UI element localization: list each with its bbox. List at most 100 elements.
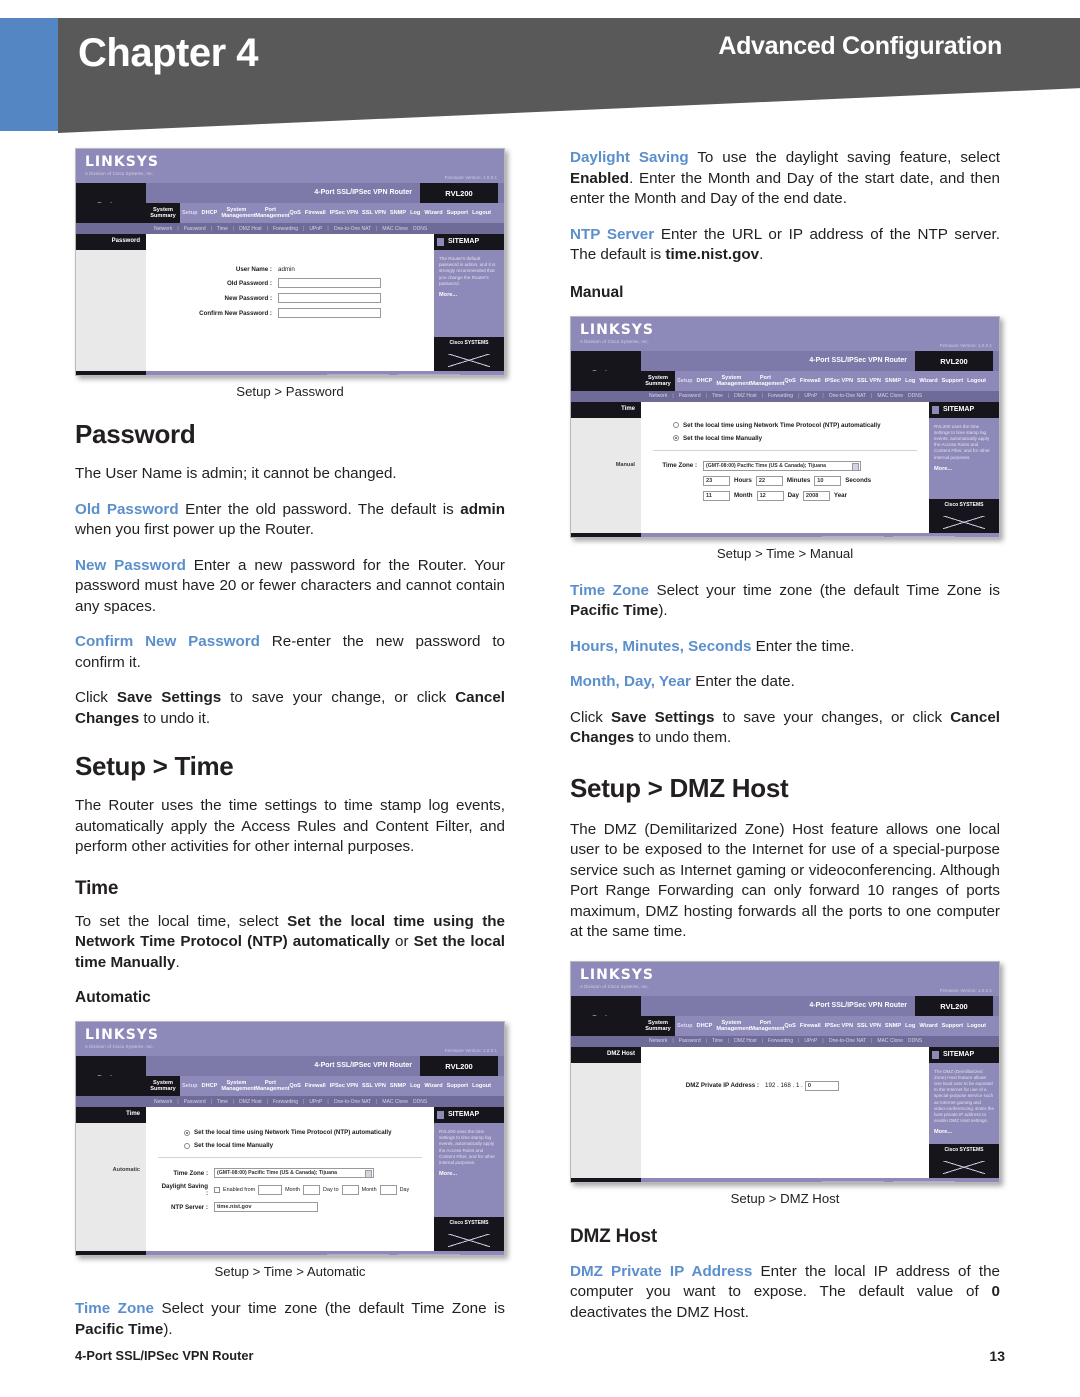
nav-system-management[interactable]: System Management xyxy=(716,1020,750,1032)
radio-ntp-automatic-icon[interactable] xyxy=(673,422,679,428)
nav-qos[interactable]: QoS xyxy=(289,210,301,216)
subnav-mac-clone[interactable]: MAC Clone xyxy=(877,1038,903,1044)
field-time-zone-select[interactable]: (GMT-08:00) Pacific Time (US & Canada); … xyxy=(214,1168,374,1178)
nav-ssl-vpn[interactable]: SSL VPN xyxy=(362,210,386,216)
subnav-forwarding[interactable]: Forwarding xyxy=(273,226,298,232)
nav-support[interactable]: Support xyxy=(942,1023,963,1029)
subnav-network[interactable]: Network xyxy=(154,1099,172,1105)
save-settings-button[interactable]: Save Settings xyxy=(822,1180,884,1182)
subnav-password[interactable]: Password xyxy=(679,393,701,399)
nav-setup[interactable]: Setup xyxy=(677,378,693,384)
subnav-time[interactable]: Time xyxy=(217,226,228,232)
field-ntp-server-input[interactable]: time.nist.gov xyxy=(214,1202,318,1212)
input-daylight-start-month[interactable] xyxy=(258,1185,283,1195)
subnav-password[interactable]: Password xyxy=(184,1099,206,1105)
nav-ipsec-vpn[interactable]: IPSec VPN xyxy=(330,210,358,216)
field-confirm-new-password-input[interactable] xyxy=(278,308,381,318)
sitemap-link[interactable]: SITEMAP xyxy=(929,401,999,418)
sitemap-link[interactable]: SITEMAP xyxy=(434,1107,504,1123)
subnav-upnp[interactable]: UPnP xyxy=(309,1099,322,1105)
nav-qos[interactable]: QoS xyxy=(784,1023,796,1029)
field-dmz-ip-input[interactable]: 0 xyxy=(804,1080,839,1091)
nav-system-management[interactable]: System Management xyxy=(221,207,255,219)
subnav-one-to-one-nat[interactable]: One-to-One NAT xyxy=(334,1099,371,1105)
nav-ipsec-vpn[interactable]: IPSec VPN xyxy=(825,378,853,384)
nav-firewall[interactable]: Firewall xyxy=(800,378,821,384)
save-settings-button[interactable]: Save Settings xyxy=(327,374,389,375)
sitemap-link[interactable]: SITEMAP xyxy=(929,1046,999,1063)
nav-system-summary[interactable]: System Summary xyxy=(148,1080,178,1092)
nav-qos[interactable]: QoS xyxy=(289,1083,301,1089)
nav-setup[interactable]: Setup xyxy=(182,210,198,216)
nav-ipsec-vpn[interactable]: IPSec VPN xyxy=(330,1083,358,1089)
save-settings-button[interactable]: Save Settings xyxy=(822,535,884,537)
nav-support[interactable]: Support xyxy=(447,210,468,216)
checkbox-daylight-enabled[interactable] xyxy=(214,1187,220,1193)
subnav-forwarding[interactable]: Forwarding xyxy=(768,393,793,399)
radio-ntp-automatic-row[interactable]: Set the local time using Network Time Pr… xyxy=(673,422,929,429)
subnav-upnp[interactable]: UPnP xyxy=(804,1038,817,1044)
field-old-password-input[interactable] xyxy=(278,278,381,288)
subnav-dmz-host[interactable]: DMZ Host xyxy=(734,1038,757,1044)
field-time-zone-select[interactable]: (GMT-08:00) Pacific Time (US & Canada); … xyxy=(703,460,861,471)
nav-log[interactable]: Log xyxy=(410,210,420,216)
subnav-forwarding[interactable]: Forwarding xyxy=(273,1099,298,1105)
nav-dhcp[interactable]: DHCP xyxy=(202,1083,218,1089)
input-daylight-end-day[interactable] xyxy=(379,1185,397,1195)
subnav-network[interactable]: Network xyxy=(649,1038,667,1044)
nav-system-management[interactable]: System Management xyxy=(221,1080,255,1092)
subnav-upnp[interactable]: UPnP xyxy=(309,226,322,232)
nav-log[interactable]: Log xyxy=(905,378,915,384)
nav-support[interactable]: Support xyxy=(942,378,963,384)
help-more-link[interactable]: More... xyxy=(929,1124,999,1135)
subnav-ddns[interactable]: DDNS xyxy=(413,1099,427,1105)
nav-snmp[interactable]: SNMP xyxy=(390,210,406,216)
input-seconds[interactable]: 10 xyxy=(814,475,842,486)
nav-ipsec-vpn[interactable]: IPSec VPN xyxy=(825,1023,853,1029)
nav-dhcp[interactable]: DHCP xyxy=(697,1023,713,1029)
nav-port-management[interactable]: Port Management xyxy=(255,1080,289,1092)
nav-system-summary[interactable]: System Summary xyxy=(148,207,178,219)
input-daylight-start-day[interactable] xyxy=(303,1185,321,1195)
subnav-one-to-one-nat[interactable]: One-to-One NAT xyxy=(829,1038,866,1044)
chevron-down-icon[interactable] xyxy=(852,462,859,471)
nav-wizard[interactable]: Wizard xyxy=(424,210,442,216)
nav-wizard[interactable]: Wizard xyxy=(919,378,937,384)
radio-manual-icon[interactable] xyxy=(673,435,679,441)
help-more-link[interactable]: More... xyxy=(434,1166,504,1177)
nav-port-management[interactable]: Port Management xyxy=(750,375,784,387)
input-month[interactable]: 11 xyxy=(703,490,730,501)
radio-manual-row[interactable]: Set the local time Manually xyxy=(673,435,929,442)
subnav-one-to-one-nat[interactable]: One-to-One NAT xyxy=(829,393,866,399)
nav-support[interactable]: Support xyxy=(447,1083,468,1089)
nav-snmp[interactable]: SNMP xyxy=(885,1023,901,1029)
nav-qos[interactable]: QoS xyxy=(784,378,796,384)
subnav-mac-clone[interactable]: MAC Clone xyxy=(382,226,408,232)
subnav-password[interactable]: Password xyxy=(679,1038,701,1044)
subnav-one-to-one-nat[interactable]: One-to-One NAT xyxy=(334,226,371,232)
nav-firewall[interactable]: Firewall xyxy=(800,1023,821,1029)
subnav-dmz-host[interactable]: DMZ Host xyxy=(239,1099,262,1105)
nav-dhcp[interactable]: DHCP xyxy=(202,210,218,216)
input-minutes[interactable]: 22 xyxy=(755,475,783,486)
nav-setup[interactable]: Setup xyxy=(182,1083,198,1089)
nav-system-summary[interactable]: System Summary xyxy=(643,375,673,387)
subnav-password[interactable]: Password xyxy=(184,226,206,232)
nav-ssl-vpn[interactable]: SSL VPN xyxy=(857,1023,881,1029)
help-more-link[interactable]: More... xyxy=(929,461,999,472)
nav-snmp[interactable]: SNMP xyxy=(390,1083,406,1089)
input-day[interactable]: 12 xyxy=(756,490,784,501)
nav-logout[interactable]: Logout xyxy=(472,1083,491,1089)
subnav-network[interactable]: Network xyxy=(649,393,667,399)
save-settings-button[interactable]: Save Settings xyxy=(327,1254,389,1255)
subnav-network[interactable]: Network xyxy=(154,226,172,232)
radio-manual-icon[interactable] xyxy=(184,1142,190,1149)
nav-ssl-vpn[interactable]: SSL VPN xyxy=(857,378,881,384)
nav-port-management[interactable]: Port Management xyxy=(255,207,289,219)
nav-wizard[interactable]: Wizard xyxy=(919,1023,937,1029)
cancel-changes-button[interactable]: Cancel Changes xyxy=(893,535,955,537)
nav-log[interactable]: Log xyxy=(410,1083,420,1089)
help-more-link[interactable]: More... xyxy=(434,287,504,298)
nav-port-management[interactable]: Port Management xyxy=(750,1020,784,1032)
nav-logout[interactable]: Logout xyxy=(967,1023,986,1029)
